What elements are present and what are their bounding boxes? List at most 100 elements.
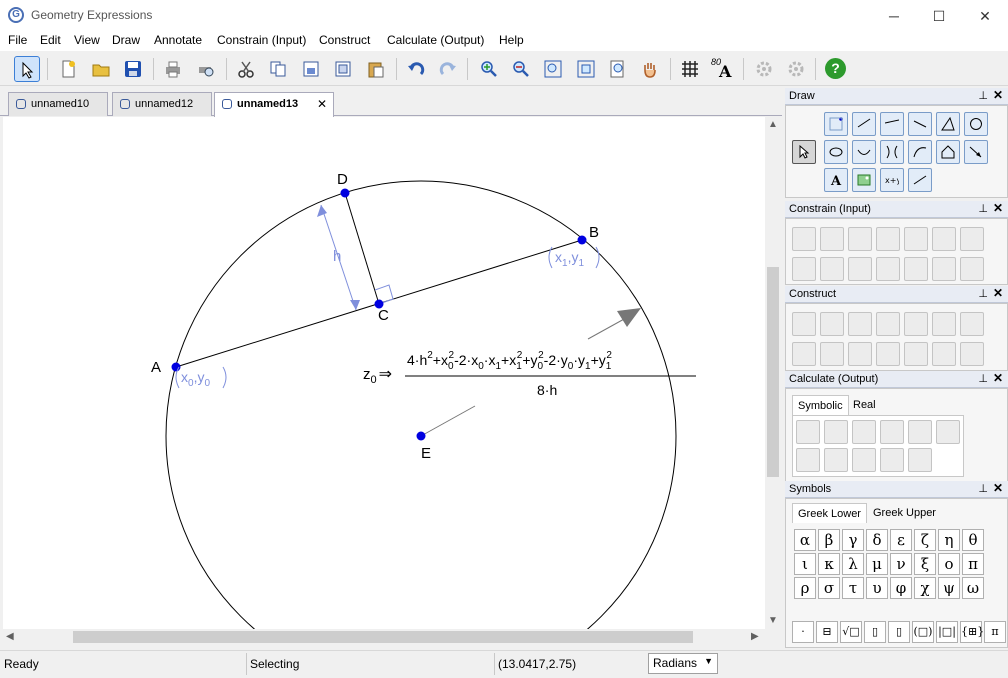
constrain-radius-icon[interactable]	[820, 227, 844, 251]
draw-text-icon[interactable]: A	[824, 168, 848, 192]
zoom-out-icon[interactable]	[508, 56, 534, 82]
calc-equation-icon[interactable]	[908, 420, 932, 444]
close-tab-icon[interactable]: ✕	[317, 93, 327, 115]
symbol-button[interactable]: λ	[842, 553, 864, 575]
open-folder-icon[interactable]	[88, 56, 114, 82]
save-disk-icon[interactable]	[120, 56, 146, 82]
pin-icon[interactable]: ⊥	[978, 202, 988, 215]
symbol-button[interactable]: ι	[794, 553, 816, 575]
label-b[interactable]: B	[589, 224, 599, 241]
calc-slope-icon[interactable]	[880, 420, 904, 444]
undo-icon[interactable]	[403, 56, 429, 82]
paste-icon[interactable]	[363, 56, 389, 82]
close-panel-icon[interactable]: ✕	[993, 371, 1003, 385]
help-icon[interactable]: ?	[823, 56, 849, 82]
point-b[interactable]	[577, 235, 587, 245]
drawing-canvas[interactable]: h A B C D E x0,y0 x1,y1 z0 ⇒ 4·h2+x02-2·x…	[3, 117, 765, 629]
menu-help[interactable]: Help	[499, 33, 524, 47]
menu-construct[interactable]: Construct	[319, 33, 370, 47]
horizontal-scrollbar[interactable]: ◀ ▶	[3, 629, 765, 645]
constrain-angle-icon[interactable]	[876, 227, 900, 251]
calc-perimeter-icon[interactable]	[824, 448, 848, 472]
label-a[interactable]: A	[151, 359, 161, 376]
pin-icon[interactable]: ⊥	[978, 372, 988, 385]
menu-edit[interactable]: Edit	[40, 33, 61, 47]
calc-implicit-icon[interactable]	[908, 448, 932, 472]
symbol-button[interactable]: κ	[818, 553, 840, 575]
gear-icon[interactable]	[751, 56, 777, 82]
scroll-right-icon[interactable]: ▶	[751, 631, 759, 642]
grid-icon[interactable]	[677, 56, 703, 82]
result-expression[interactable]: z0 ⇒ 4·h2+x02-2·x0·x1+x12+y02-2·y0·y1+y12…	[363, 350, 696, 398]
vertical-scroll-thumb[interactable]	[767, 267, 779, 477]
calc-coordinates-icon[interactable]	[936, 420, 960, 444]
pin-icon[interactable]: ⊥	[978, 287, 988, 300]
construct-locus-icon[interactable]	[904, 342, 928, 366]
font-style-icon[interactable]: 80 A	[710, 56, 736, 82]
construct-reflection-icon[interactable]	[960, 312, 984, 336]
symbol-button[interactable]: ζ	[914, 529, 936, 551]
symbol-button[interactable]: δ	[866, 529, 888, 551]
draw-select-icon[interactable]	[792, 140, 816, 164]
close-window-button[interactable]: ✕	[962, 3, 1008, 29]
zoom-in-icon[interactable]	[476, 56, 502, 82]
draw-point-icon[interactable]	[824, 112, 848, 136]
symbol-button[interactable]: ο	[938, 553, 960, 575]
template-button[interactable]: √□	[840, 621, 862, 643]
point-a[interactable]	[171, 362, 181, 372]
gear-alt-icon[interactable]	[783, 56, 809, 82]
constrain-tangent-icon[interactable]	[820, 257, 844, 281]
tab-unnamed12[interactable]: unnamed12	[112, 92, 212, 116]
draw-ray-icon[interactable]	[908, 112, 932, 136]
tab-real[interactable]: Real	[848, 395, 881, 415]
symbol-button[interactable]: τ	[842, 577, 864, 599]
construct-envelope-icon[interactable]	[932, 342, 956, 366]
construct-intersection-icon[interactable]	[820, 312, 844, 336]
calc-angle-icon[interactable]	[852, 420, 876, 444]
scroll-down-icon[interactable]: ▼	[768, 615, 778, 626]
draw-locus-icon[interactable]	[936, 140, 960, 164]
label-d[interactable]: D	[337, 171, 348, 188]
template-button[interactable]: (□)	[912, 621, 934, 643]
copy-icon[interactable]	[265, 56, 291, 82]
construct-parallel-icon[interactable]	[904, 312, 928, 336]
minimize-button[interactable]: ─	[871, 3, 917, 29]
constrain-congruent-icon[interactable]	[876, 257, 900, 281]
coord-annotation-a[interactable]: x0,y0	[175, 366, 227, 389]
close-panel-icon[interactable]: ✕	[993, 286, 1003, 300]
menu-draw[interactable]: Draw	[112, 33, 140, 47]
constrain-point-proportional-icon[interactable]	[960, 257, 984, 281]
menu-view[interactable]: View	[74, 33, 100, 47]
tab-greek-lower[interactable]: Greek Lower	[792, 503, 867, 523]
symbol-button[interactable]: ρ	[794, 577, 816, 599]
label-c[interactable]: C	[378, 307, 389, 324]
construct-midpoint-icon[interactable]	[792, 312, 816, 336]
draw-ellipse-icon[interactable]	[824, 140, 848, 164]
constrain-equation-icon[interactable]	[904, 257, 928, 281]
template-button[interactable]: ·	[792, 621, 814, 643]
close-panel-icon[interactable]: ✕	[993, 201, 1003, 215]
menu-calculate[interactable]: Calculate (Output)	[387, 33, 484, 47]
template-button[interactable]: ▯	[888, 621, 910, 643]
constrain-coordinates-icon[interactable]	[960, 227, 984, 251]
tab-unnamed13[interactable]: unnamed13 ✕	[214, 92, 334, 117]
zoom-fit-icon[interactable]	[573, 56, 599, 82]
symbol-button[interactable]: φ	[890, 577, 912, 599]
copy-drawing-icon[interactable]	[298, 56, 324, 82]
constrain-implicit-icon[interactable]	[932, 257, 956, 281]
draw-curve-icon[interactable]	[908, 140, 932, 164]
zoom-box-icon[interactable]	[540, 56, 566, 82]
pin-icon[interactable]: ⊥	[978, 89, 988, 102]
symbol-button[interactable]: χ	[914, 577, 936, 599]
draw-line-icon[interactable]	[880, 112, 904, 136]
draw-arc-icon[interactable]	[852, 140, 876, 164]
constrain-perpendicular-icon[interactable]	[848, 227, 872, 251]
cut-scissors-icon[interactable]	[233, 56, 259, 82]
constrain-incident-icon[interactable]	[848, 257, 872, 281]
draw-picture-icon[interactable]	[852, 168, 876, 192]
pan-hand-icon[interactable]	[637, 56, 663, 82]
template-button[interactable]: π	[984, 621, 1006, 643]
symbol-button[interactable]: ν	[890, 553, 912, 575]
tab-symbolic[interactable]: Symbolic	[792, 395, 849, 415]
symbol-button[interactable]: α	[794, 529, 816, 551]
